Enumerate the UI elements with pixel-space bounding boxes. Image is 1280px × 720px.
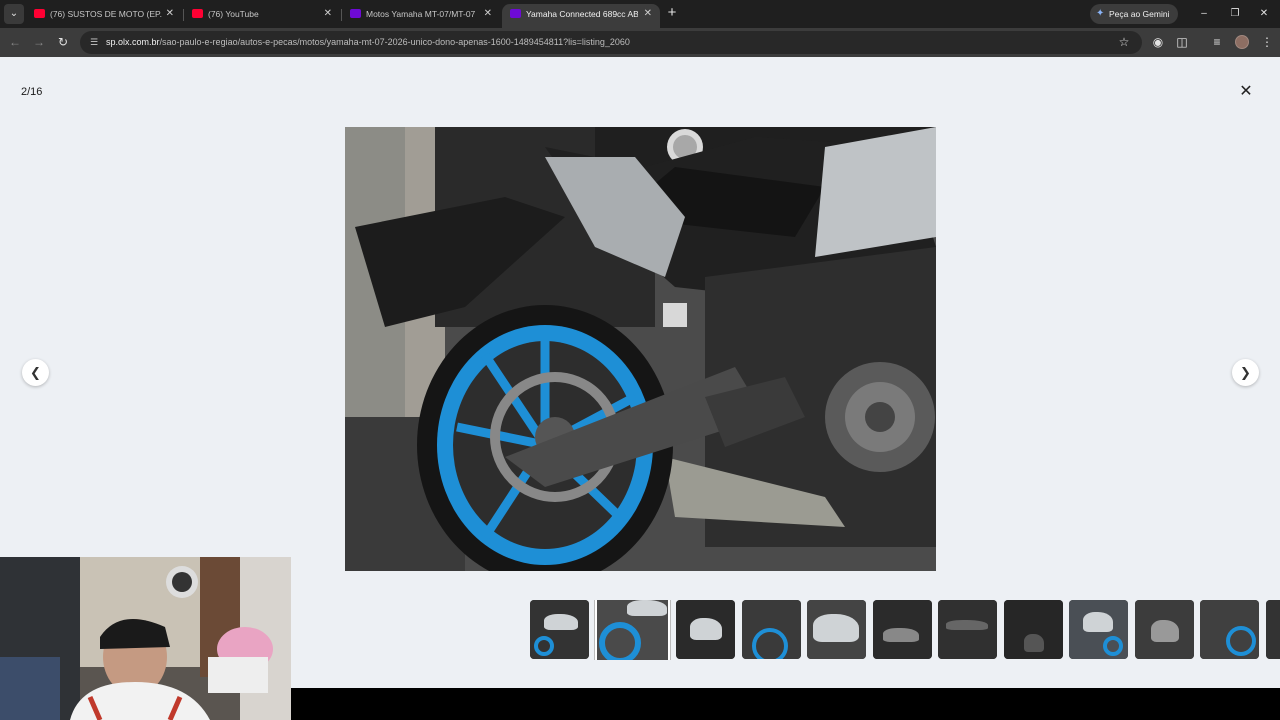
extension-icon[interactable]: ◉ xyxy=(1149,33,1167,51)
close-icon[interactable]: ✕ xyxy=(166,4,174,24)
ask-gemini-button[interactable]: ✦ Peça ao Gemini xyxy=(1090,4,1178,24)
tab-title: Yamaha Connected 689cc ABS… xyxy=(526,9,638,19)
thumbnail-9[interactable] xyxy=(1069,600,1128,659)
new-tab-button[interactable]: + xyxy=(664,4,680,24)
image-counter: 2/16 xyxy=(21,86,43,98)
url-host: sp.olx.com.br xyxy=(106,37,160,47)
tab-youtube[interactable]: (76) YouTube ✕ xyxy=(184,4,340,28)
thumbnail-10[interactable] xyxy=(1135,600,1194,659)
tab-title: (76) SUSTOS DE MOTO (EP. 26… xyxy=(50,9,162,19)
site-settings-icon[interactable]: ☰ xyxy=(86,34,102,50)
restore-icon[interactable]: ❐ xyxy=(1225,4,1245,24)
previous-image-button[interactable]: ❮ xyxy=(22,359,49,386)
youtube-icon xyxy=(192,9,203,18)
gemini-label: Peça ao Gemini xyxy=(1109,9,1170,19)
thumbnail-8[interactable] xyxy=(1004,600,1063,659)
thumbnail-5[interactable] xyxy=(807,600,866,659)
minimize-icon[interactable]: – xyxy=(1194,4,1214,24)
close-icon[interactable]: ✕ xyxy=(1236,82,1256,102)
next-image-button[interactable]: ❯ xyxy=(1232,359,1259,386)
thumbnail-11[interactable] xyxy=(1200,600,1259,659)
puzzle-extensions-icon[interactable]: ◫ xyxy=(1173,33,1191,51)
olx-icon xyxy=(350,9,361,18)
tab-title: Motos Yamaha MT-07/MT-07 2… xyxy=(366,9,478,19)
youtube-icon xyxy=(34,9,45,18)
kebab-menu-icon[interactable]: ⋮ xyxy=(1258,33,1276,51)
tab-search-chevron-down-icon[interactable]: ⌄ xyxy=(4,4,24,24)
close-icon[interactable]: ✕ xyxy=(644,4,652,24)
window-close-icon[interactable]: ✕ xyxy=(1254,4,1274,24)
url-text[interactable]: sp.olx.com.br/sao-paulo-e-regiao/autos-e… xyxy=(106,31,630,54)
thumbnail-1[interactable] xyxy=(530,600,589,659)
thumbnail-7[interactable] xyxy=(938,600,997,659)
close-icon[interactable]: ✕ xyxy=(484,4,492,24)
thumbnail-2[interactable] xyxy=(595,600,670,660)
tab-yamaha-connected[interactable]: Yamaha Connected 689cc ABS… ✕ xyxy=(502,4,660,28)
reload-icon[interactable]: ↻ xyxy=(54,33,72,51)
tab-motos-yamaha[interactable]: Motos Yamaha MT-07/MT-07 2… ✕ xyxy=(342,4,500,28)
reading-list-icon[interactable]: ≡ xyxy=(1208,33,1226,51)
main-listing-photo[interactable] xyxy=(345,127,936,571)
profile-avatar[interactable] xyxy=(1235,35,1249,49)
address-bar[interactable]: ☰ sp.olx.com.br/sao-paulo-e-regiao/autos… xyxy=(80,31,1142,54)
thumbnail-6[interactable] xyxy=(873,600,932,659)
gemini-sparkle-icon: ✦ xyxy=(1096,8,1105,19)
close-icon[interactable]: ✕ xyxy=(324,4,332,24)
browser-tab-strip: ⌄ (76) SUSTOS DE MOTO (EP. 26… ✕ (76) Yo… xyxy=(0,0,1280,28)
back-arrow-icon[interactable]: ← xyxy=(6,33,24,51)
webcam-overlay xyxy=(0,557,291,720)
thumbnail-4[interactable] xyxy=(742,600,801,659)
url-path: /sao-paulo-e-regiao/autos-e-pecas/motos/… xyxy=(159,37,630,47)
chevron-left-icon: ❮ xyxy=(30,365,41,380)
thumbnail-12[interactable] xyxy=(1266,600,1280,659)
browser-toolbar: ← → ↻ ☰ sp.olx.com.br/sao-paulo-e-regiao… xyxy=(0,28,1280,57)
tab-sustos-de-moto[interactable]: (76) SUSTOS DE MOTO (EP. 26… ✕ xyxy=(26,4,182,28)
forward-arrow-icon[interactable]: → xyxy=(30,33,48,51)
webcam-illustration xyxy=(0,557,291,720)
chevron-right-icon: ❯ xyxy=(1240,365,1251,380)
thumbnail-strip xyxy=(530,600,1280,660)
thumbnail-3[interactable] xyxy=(676,600,735,659)
olx-icon xyxy=(510,9,521,18)
motorcycle-photo-illustration xyxy=(345,127,936,571)
bookmark-star-icon[interactable]: ☆ xyxy=(1116,34,1132,50)
tab-title: (76) YouTube xyxy=(208,9,259,19)
